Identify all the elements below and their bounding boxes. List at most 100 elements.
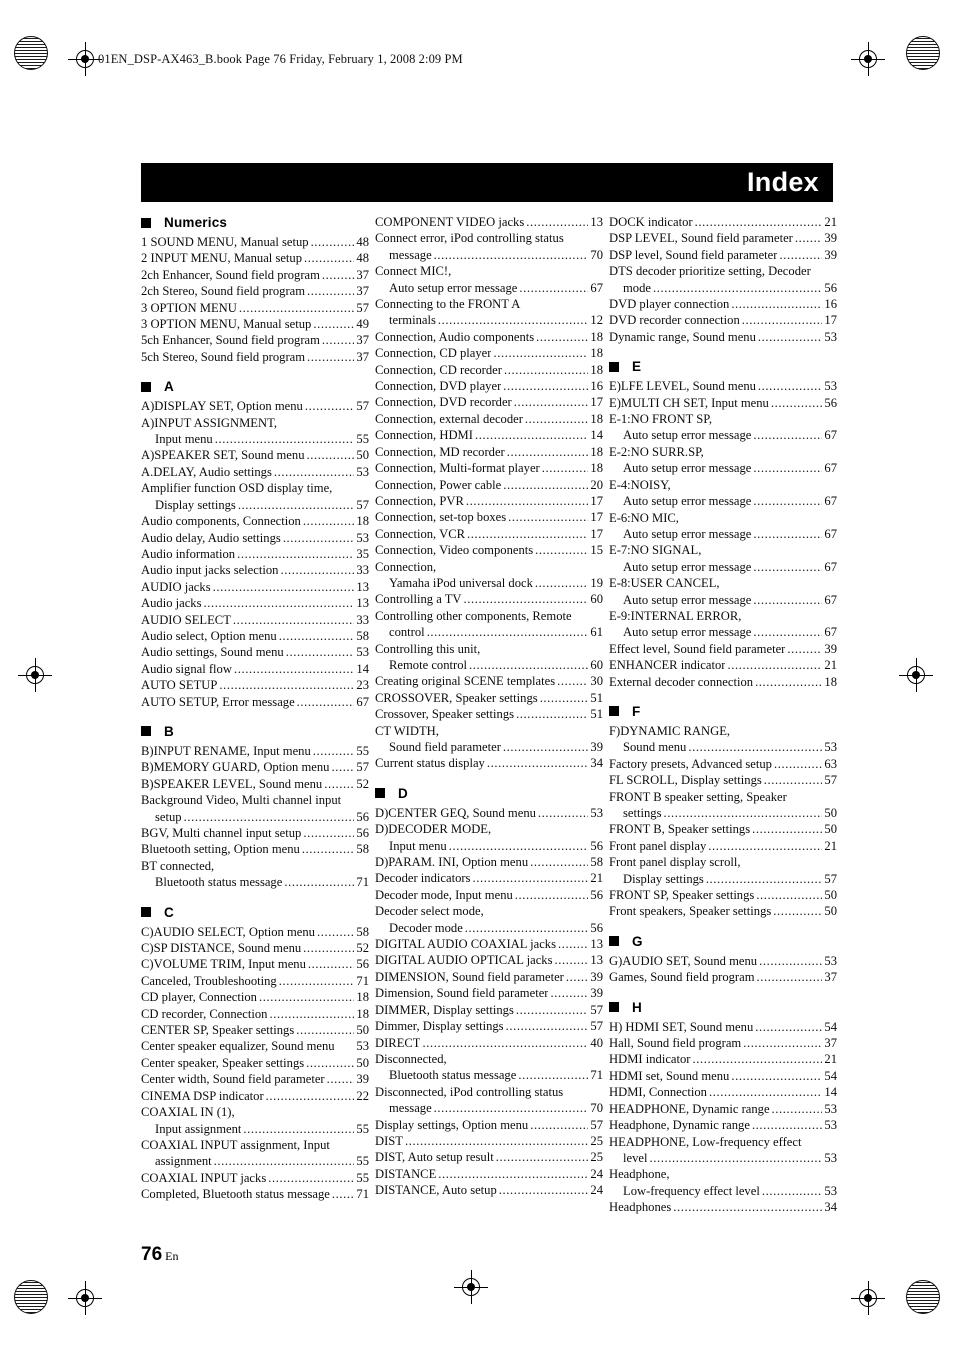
index-entry-leader-dots — [238, 497, 355, 513]
index-entry-label: 1 SOUND MENU, Manual setup — [141, 235, 309, 249]
registration-target-top-right — [851, 42, 885, 76]
index-entry: 2ch Enhancer, Sound field program 37 — [141, 267, 369, 283]
index-group-letter: D — [398, 785, 408, 801]
index-entry-leader-dots — [286, 644, 355, 660]
index-group-letter: E — [632, 359, 642, 375]
index-entry: Completed, Bluetooth status message 71 — [141, 1186, 369, 1202]
index-entry-page-number: 14 — [824, 1085, 837, 1100]
index-entry-leader-dots — [234, 661, 354, 677]
index-entry-leader-dots — [519, 280, 588, 296]
index-entry-page-number: 57 — [356, 399, 369, 414]
index-column: DOCK indicator21DSP LEVEL, Sound field p… — [609, 214, 837, 1216]
index-entry: Connection, set-top boxes 17 — [375, 509, 603, 525]
index-entry-label: CINEMA DSP indicator — [141, 1088, 264, 1103]
index-entry-page-number: 51 — [590, 707, 603, 722]
square-bullet-icon — [141, 381, 151, 392]
registration-target-mid-right — [899, 658, 933, 692]
index-entry-leader-dots — [313, 743, 355, 759]
index-entry-leader-dots — [304, 250, 354, 266]
index-entry: Input menu 55 — [141, 431, 369, 447]
index-entry: B)MEMORY GUARD, Option menu 57 — [141, 759, 369, 775]
index-entry-label: A)INPUT ASSIGNMENT, — [141, 415, 277, 430]
index-entry: A)DISPLAY SET, Option menu 57 — [141, 398, 369, 414]
index-entry-page-number: 53 — [824, 740, 837, 755]
index-entry: HDMI set, Sound menu 54 — [609, 1068, 837, 1084]
index-entry-page-number: 50 — [824, 822, 837, 837]
index-entry-label: Dimension, Sound field parameter — [375, 986, 549, 1001]
index-entry-leader-dots — [259, 989, 354, 1005]
index-group-letter: C — [164, 904, 174, 920]
index-entry-label: Connect error, iPod controlling status — [375, 231, 564, 246]
index-entry-leader-dots — [405, 1133, 588, 1149]
index-entry: Decoder mode 56 — [375, 920, 603, 936]
index-entry-leader-dots — [795, 230, 823, 246]
index-entry-page-number: 13 — [356, 596, 369, 611]
index-entry-label: Auto setup error message — [623, 526, 752, 541]
index-entry-leader-dots — [296, 1022, 354, 1038]
index-entry-label: CT WIDTH, — [375, 723, 439, 738]
index-entry-page-number: 25 — [590, 1150, 603, 1165]
index-entry-label: 2ch Stereo, Sound field program — [141, 284, 306, 299]
index-entry-label: Connection, set-top boxes — [375, 510, 507, 525]
index-entry-label: Connection, Power cable — [375, 477, 502, 492]
index-entry-page-number: 54 — [824, 1068, 837, 1083]
index-entry: Audio select, Option menu 58 — [141, 628, 369, 644]
index-entry-page-number: 53 — [356, 645, 369, 660]
index-entry-page-number: 18 — [590, 346, 603, 361]
index-entry-leader-dots — [516, 1002, 589, 1018]
index-entry-leader-dots — [243, 1121, 354, 1137]
index-entry-leader-dots — [472, 870, 588, 886]
index-entry: AUTO SETUP, Error message 67 — [141, 694, 369, 710]
square-bullet-icon — [609, 936, 619, 947]
index-entry: DSP level, Sound field parameter 39 — [609, 247, 837, 263]
index-entry: A)INPUT ASSIGNMENT, — [141, 415, 369, 431]
registration-target-mid-left — [18, 658, 52, 692]
index-entry-leader-dots — [307, 283, 354, 299]
index-entry-leader-dots — [764, 772, 823, 788]
index-entry-leader-dots — [755, 1019, 822, 1035]
index-entry-leader-dots — [487, 755, 589, 771]
index-entry-label: E)MULTI CH SET, Input menu — [609, 395, 769, 410]
index-entry-label: DIMENSION, Sound field parameter — [375, 969, 564, 984]
index-entry-page-number: 67 — [824, 526, 837, 541]
index-entry: Headphones 34 — [609, 1199, 837, 1215]
index-entry-leader-dots — [237, 546, 354, 562]
index-entry-leader-dots — [422, 1035, 588, 1051]
index-entry: Display settings 57 — [141, 497, 369, 513]
index-entry-label: Connection, DVD player — [375, 379, 502, 394]
index-entry-label: Audio information — [141, 546, 236, 561]
index-entry-label: Remote control — [389, 657, 467, 672]
index-entry: Remote control 60 — [375, 657, 603, 673]
index-entry: E-7:NO SIGNAL, — [609, 542, 837, 558]
index-entry: CT WIDTH, — [375, 723, 603, 739]
index-entry-label: Display settings — [155, 497, 236, 512]
index-entry-label: Amplifier function OSD display time, — [141, 481, 333, 496]
registration-mark-top-right — [906, 36, 940, 70]
index-entry-page-number: 53 — [824, 1118, 837, 1133]
index-entry-label: ENHANCER indicator — [609, 658, 726, 673]
index-entry-leader-dots — [542, 460, 589, 476]
index-entry: 3 OPTION MENU, Manual setup 49 — [141, 316, 369, 332]
index-entry-page-number: 56 — [356, 957, 369, 972]
index-entry: C)SP DISTANCE, Sound menu 52 — [141, 940, 369, 956]
index-entry-leader-dots — [268, 1170, 354, 1186]
index-entry-leader-dots — [653, 280, 822, 296]
index-entry: E-4:NOISY, — [609, 477, 837, 493]
index-entry-label: A)DISPLAY SET, Option menu — [141, 399, 303, 414]
index-entry-label: Games, Sound field program — [609, 970, 755, 985]
index-entry-page-number: 39 — [824, 231, 837, 246]
index-entry: Creating original SCENE templates 30 — [375, 673, 603, 689]
index-entry: Auto setup error message 67 — [609, 624, 837, 640]
index-entry-page-number: 56 — [356, 826, 369, 840]
index-entry-label: Connection, Audio components — [375, 329, 535, 344]
index-entry-page-number: 16 — [824, 297, 837, 312]
index-entry: DIMMER, Display settings 57 — [375, 1002, 603, 1018]
index-entry-label: Auto setup error message — [623, 592, 752, 607]
index-entry-label: E-1:NO FRONT SP, — [609, 412, 712, 427]
index-entry-leader-dots — [695, 214, 823, 230]
index-entry-page-number: 55 — [356, 1170, 369, 1185]
index-entry-leader-dots — [693, 1051, 823, 1067]
index-entry-page-number: 13 — [590, 937, 603, 952]
index-entry-leader-dots — [709, 1084, 822, 1100]
index-entry-leader-dots — [438, 312, 589, 328]
